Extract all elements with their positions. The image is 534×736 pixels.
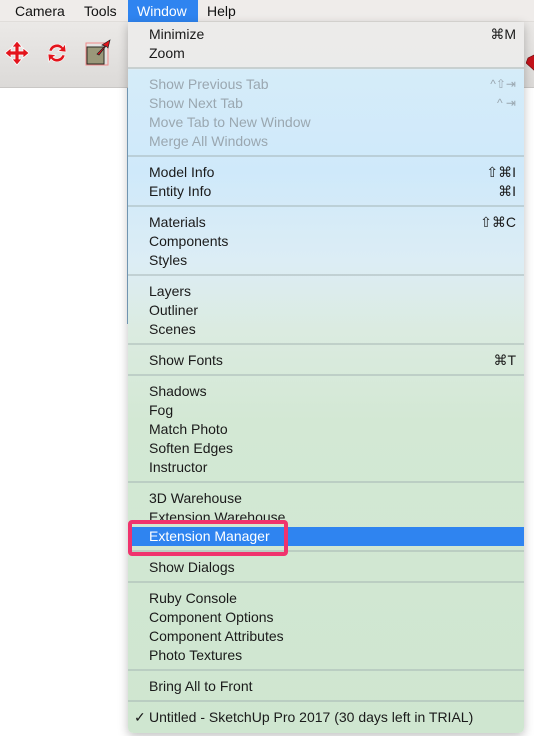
keyboard-shortcut: ^ ⇥ [496,96,516,110]
window-menu-dropdown: Minimize ⌘M Zoom Show Previous Tab ^⇧⇥ Show N… [128,22,524,733]
scale-tool-button[interactable] [84,38,112,66]
menu-item-label: Shadows [149,383,207,399]
menu-item-component-attributes[interactable]: Component Attributes [128,627,524,646]
menu-item-show-dialogs[interactable]: Show Dialogs [128,558,524,577]
menu-item-label: Styles [149,252,188,268]
menu-item-layers[interactable]: Layers [128,282,524,301]
menu-separator [128,669,524,671]
menu-item-label: Instructor [149,459,208,475]
keyboard-shortcut: ^⇧⇥ [490,77,516,91]
menu-item-label: Show Next Tab [149,95,243,111]
menu-item-label: Scenes [149,321,196,337]
menu-separator [128,481,524,483]
menu-item-outliner[interactable]: Outliner [128,301,524,320]
menu-item-label: Entity Info [149,183,212,199]
menu-item-label: Outliner [149,302,199,318]
menu-item-label: Layers [149,283,192,299]
menu-item-move-tab-to-new-window: Move Tab to New Window [128,113,524,132]
menu-item-entity-info[interactable]: Entity Info ⌘I [128,182,524,201]
menu-item-label: Move Tab to New Window [149,114,311,130]
keyboard-shortcut: ⇧⌘C [480,214,516,230]
menu-item-label: Show Previous Tab [149,76,269,92]
menu-item-instructor[interactable]: Instructor [128,458,524,477]
menu-tools[interactable]: Tools [75,0,126,22]
menu-item-show-next-tab: Show Next Tab ^ ⇥ [128,94,524,113]
menu-separator [128,700,524,702]
menu-separator [128,67,524,69]
menu-item-label: Show Dialogs [149,559,235,575]
menu-item-label: Materials [149,214,206,230]
menu-item-label: Match Photo [149,421,228,437]
menu-separator [128,155,524,157]
menu-item-zoom[interactable]: Zoom [128,44,524,63]
menu-item-label: Components [149,233,229,249]
menu-item-label: Component Attributes [149,628,284,644]
menu-item-merge-all-windows: Merge All Windows [128,132,524,151]
menu-item-label: Untitled - SketchUp Pro 2017 (30 days le… [149,709,474,725]
menu-item-scenes[interactable]: Scenes [128,320,524,339]
menu-item-ruby-console[interactable]: Ruby Console [128,589,524,608]
menu-item-label: Show Fonts [149,352,223,368]
menu-window[interactable]: Window [128,0,198,22]
menu-item-label: Zoom [149,45,185,61]
menu-item-label: Photo Textures [149,647,243,663]
menu-item-shadows[interactable]: Shadows [128,382,524,401]
menu-item-model-info[interactable]: Model Info ⇧⌘I [128,163,524,182]
menu-separator [128,205,524,207]
keyboard-shortcut: ⌘I [498,183,516,199]
rotate-tool-button[interactable] [44,40,70,66]
menu-camera[interactable]: Camera [6,0,74,22]
menu-separator [128,274,524,276]
menu-item-minimize[interactable]: Minimize ⌘M [128,25,524,44]
keyboard-shortcut: ⌘T [493,352,516,368]
menu-item-label: Merge All Windows [149,133,269,149]
menu-separator [128,374,524,376]
move-icon [4,40,30,66]
menu-item-label: Ruby Console [149,590,237,606]
menu-item-label: Soften Edges [149,440,234,456]
menu-item-fog[interactable]: Fog [128,401,524,420]
menu-item-label: Minimize [149,26,205,42]
menu-item-soften-edges[interactable]: Soften Edges [128,439,524,458]
menu-item-3d-warehouse[interactable]: 3D Warehouse [128,489,524,508]
menu-bar: Camera Tools Window Help [0,0,534,22]
menu-item-label: Fog [149,402,174,418]
menu-item-label: Bring All to Front [149,678,253,694]
annotation-highlight-box [128,520,288,556]
menu-separator [128,581,524,583]
menu-item-match-photo[interactable]: Match Photo [128,420,524,439]
menu-item-label: Model Info [149,164,215,180]
ruby-icon[interactable] [525,54,534,72]
scale-icon [85,39,111,66]
menu-item-label: Component Options [149,609,274,625]
menu-item-components[interactable]: Components [128,232,524,251]
menu-help[interactable]: Help [198,0,245,22]
menu-item-bring-all-to-front[interactable]: Bring All to Front [128,677,524,696]
keyboard-shortcut: ⇧⌘I [486,164,516,180]
menu-item-materials[interactable]: Materials ⇧⌘C [128,213,524,232]
move-tool-button[interactable] [4,40,30,66]
menu-item-styles[interactable]: Styles [128,251,524,270]
menu-item-label: 3D Warehouse [149,490,242,506]
menu-item-show-previous-tab: Show Previous Tab ^⇧⇥ [128,75,524,94]
menu-item-untitled-sketchup-pro-2017-30-days-left-[interactable]: ✓ Untitled - SketchUp Pro 2017 (30 days l… [128,708,524,727]
menu-item-photo-textures[interactable]: Photo Textures [128,646,524,665]
rotate-icon [47,43,67,63]
menu-item-component-options[interactable]: Component Options [128,608,524,627]
menu-separator [128,343,524,345]
checkmark-icon: ✓ [134,709,146,725]
keyboard-shortcut: ⌘M [490,26,516,42]
menu-item-show-fonts[interactable]: Show Fonts ⌘T [128,351,524,370]
